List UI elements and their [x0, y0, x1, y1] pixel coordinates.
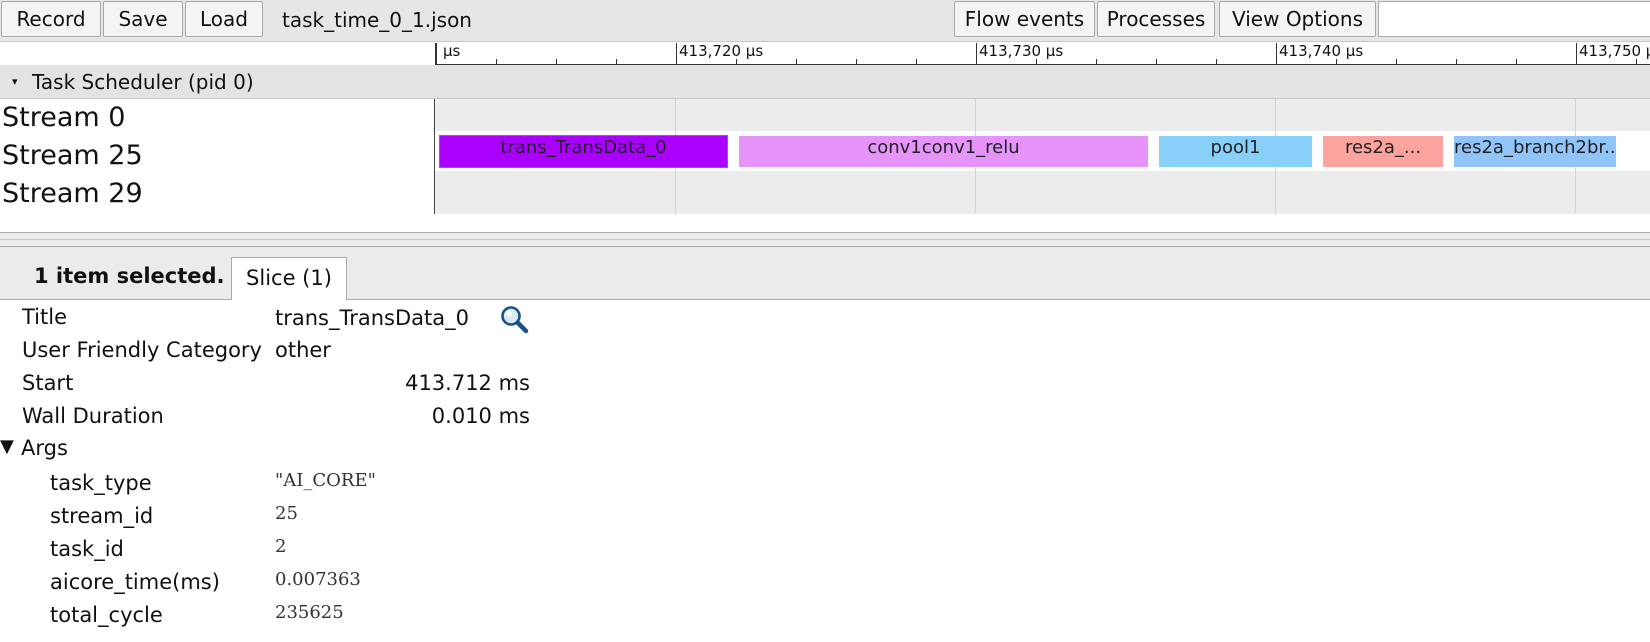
slice-details: Title trans_TransData_0 User Friendly Ca…	[0, 300, 1650, 642]
ruler-minor-tick	[1036, 59, 1037, 64]
arg-value-total-cycle: 235625	[275, 602, 344, 623]
flow-events-button[interactable]: Flow events	[954, 1, 1095, 37]
ruler-minor-tick	[1096, 59, 1097, 64]
lane-stream-0[interactable]	[435, 99, 1650, 131]
ruler-minor-tick	[1216, 59, 1217, 64]
panel-splitter[interactable]	[0, 232, 1650, 247]
ruler-minor-tick	[556, 59, 557, 64]
ruler-label: 413,720 μs	[679, 43, 764, 60]
processes-button[interactable]: Processes	[1097, 1, 1215, 37]
ruler-minor-tick	[1636, 59, 1637, 64]
slice-conv1conv1-relu[interactable]: conv1conv1_relu	[739, 136, 1148, 167]
ruler-major-tick	[436, 43, 437, 64]
ruler-minor-tick	[916, 59, 917, 64]
view-options-button[interactable]: View Options	[1219, 1, 1376, 37]
tab-slice[interactable]: Slice (1)	[231, 257, 347, 301]
slice-trans-transdata-0[interactable]: trans_TransData_0	[439, 135, 728, 168]
magnifier-icon[interactable]	[499, 304, 529, 334]
category-value: other	[275, 338, 331, 362]
arg-value-task-type: "AI_CORE"	[275, 470, 376, 491]
save-button[interactable]: Save	[103, 1, 183, 37]
selection-count: 1 item selected.	[34, 264, 225, 288]
arg-key-task-id: task_id	[50, 537, 124, 561]
ruler-minor-tick	[616, 59, 617, 64]
ruler-major-tick	[1576, 43, 1577, 64]
ruler-major-tick	[1276, 43, 1277, 64]
track-label-stream-0: Stream 0	[2, 102, 126, 133]
search-input[interactable]	[1378, 1, 1650, 37]
triangle-down-icon[interactable]: ▼	[0, 432, 14, 462]
slice-res2a-branch2br[interactable]: res2a_branch2br...	[1454, 136, 1616, 167]
slice-res2a[interactable]: res2a_...	[1323, 136, 1443, 167]
collapse-triangle-icon[interactable]: ▾	[12, 73, 18, 91]
ruler-minor-tick	[1156, 59, 1157, 64]
record-button[interactable]: Record	[1, 1, 101, 37]
wall-duration-value: 0.010 ms	[431, 404, 530, 428]
process-header[interactable]: ▾ Task Scheduler (pid 0)	[0, 65, 1650, 99]
track-container: Stream 0 Stream 25 Stream 29 trans_Trans…	[0, 99, 1650, 214]
ruler-minor-tick	[856, 59, 857, 64]
start-value: 413.712 ms	[405, 371, 530, 395]
ruler-label: 413,750 μs	[1579, 43, 1650, 60]
title-value: trans_TransData_0	[275, 306, 469, 330]
toolbar: Record Save Load task_time_0_1.json Flow…	[0, 0, 1650, 42]
start-key: Start	[22, 371, 74, 395]
lane-stream-29[interactable]	[435, 171, 1650, 214]
process-title: Task Scheduler (pid 0)	[32, 70, 254, 94]
slice-pool1[interactable]: pool1	[1159, 136, 1312, 167]
ruler-minor-tick	[1336, 59, 1337, 64]
arg-value-aicore-time: 0.007363	[275, 569, 361, 590]
track-label-stream-25: Stream 25	[2, 140, 143, 171]
ruler-minor-tick	[496, 59, 497, 64]
track-label-stream-29: Stream 29	[2, 178, 143, 209]
splitter-line	[0, 239, 1650, 240]
timeline-area[interactable]: trans_TransData_0 conv1conv1_relu pool1 …	[435, 99, 1650, 214]
wall-duration-key: Wall Duration	[22, 404, 164, 428]
ruler-label: 413,730 μs	[979, 43, 1064, 60]
ruler-spacer	[0, 43, 435, 65]
ruler-minor-tick	[1516, 59, 1517, 64]
title-key: Title	[22, 305, 68, 329]
ruler-minor-tick	[1456, 59, 1457, 64]
ruler-label: μs	[443, 43, 461, 60]
load-button[interactable]: Load	[185, 1, 263, 37]
arg-key-total-cycle: total_cycle	[50, 603, 163, 627]
ruler-major-tick	[676, 43, 677, 64]
ruler-minor-tick	[1396, 59, 1397, 64]
args-key[interactable]: Args	[21, 433, 68, 463]
ruler-major-tick	[976, 43, 977, 64]
arg-value-stream-id: 25	[275, 503, 298, 524]
category-key: User Friendly Category	[22, 338, 262, 362]
time-ruler[interactable]: μs 413,720 μs 413,730 μs 413,740 μs 413,…	[435, 43, 1650, 65]
ruler-minor-tick	[736, 59, 737, 64]
analysis-tab-bar: 1 item selected. Slice (1)	[0, 247, 1650, 301]
arg-key-aicore-time: aicore_time(ms)	[50, 570, 220, 594]
arg-key-task-type: task_type	[50, 471, 152, 495]
arg-value-task-id: 2	[275, 536, 287, 557]
ruler-minor-tick	[796, 59, 797, 64]
trace-filename: task_time_0_1.json	[282, 8, 472, 32]
ruler-label: 413,740 μs	[1279, 43, 1364, 60]
arg-key-stream-id: stream_id	[50, 504, 154, 528]
